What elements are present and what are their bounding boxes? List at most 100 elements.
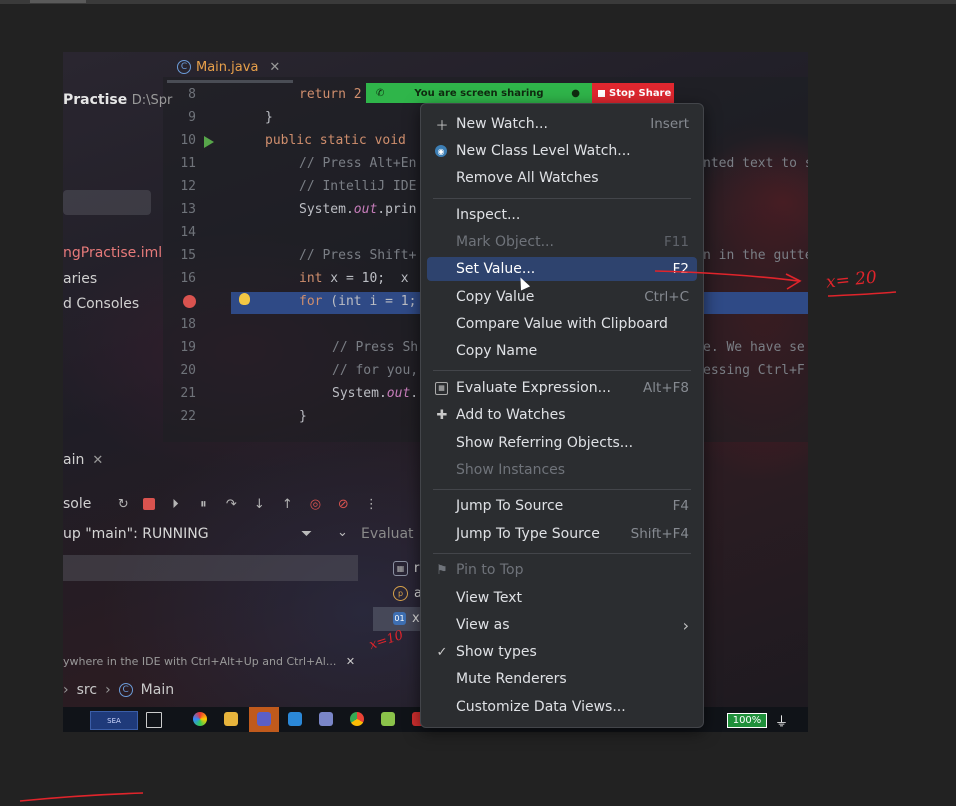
menu-item-remove-all-watches[interactable]: Remove All Watches [427,166,697,190]
chevron-down-icon[interactable]: ⌄ [337,525,348,540]
annotation-x-equals-20: x= 20 [825,267,878,293]
stop-icon[interactable] [143,498,156,510]
menu-item-compare-clipboard[interactable]: Compare Value with Clipboard [427,312,697,336]
run-gutter-icon[interactable] [204,136,214,148]
class-icon: C [118,683,133,697]
tree-selection[interactable] [63,190,151,215]
file-explorer-icon[interactable] [224,712,238,726]
console-label[interactable]: sole [63,496,91,512]
chrome-alt-icon[interactable] [193,712,207,726]
code-line-12: // IntelliJ IDE [299,179,417,194]
add-watch-icon: ✚ [436,407,448,423]
view-breakpoints-icon[interactable]: ◎ [307,496,323,512]
tab-main-java[interactable]: C Main.java ✕ [177,52,280,82]
debug-toolbar: sole ↻ ⏵ ⏸ ↷ ↓ ↑ ◎ ⊘ ⋮ [63,492,413,516]
mute-breakpoints-icon[interactable]: ⊘ [335,496,351,512]
table-icon: ▦ [393,561,408,576]
code-line-20-right: essing Ctrl+F [703,363,805,378]
menu-item-add-to-watches[interactable]: ✚ Add to Watches [427,403,697,427]
menu-item-view-as[interactable]: View as › [427,613,697,637]
battery-indicator: 100% [727,713,767,728]
plug-icon: ⏚ [775,715,789,730]
variable-name: x [412,611,420,626]
debug-tab-label: ain [63,452,85,468]
close-icon[interactable]: ✕ [92,453,103,468]
filter-icon[interactable]: ⏷ [301,526,312,542]
task-view-icon[interactable] [146,712,162,728]
menu-item-show-referring-objects[interactable]: Show Referring Objects... [427,431,697,455]
code-line-10: public static void [265,133,406,148]
menu-item-copy-name[interactable]: Copy Name [427,339,697,363]
line-number: 19 [180,340,196,355]
menu-separator [433,370,691,371]
close-icon[interactable]: ✕ [346,655,355,668]
menu-item-set-value[interactable]: Set Value... F2 [427,257,697,281]
app-icon[interactable] [319,712,333,726]
step-into-icon[interactable]: ↓ [251,496,267,512]
menu-item-new-class-level-watch[interactable]: ◉ New Class Level Watch... [427,139,697,163]
breadcrumb-item-src[interactable]: src [77,682,97,698]
variable-row[interactable]: ▦ r [393,561,419,576]
variable-row[interactable]: p a [393,586,422,601]
line-number: 15 [180,248,196,263]
evaluate-input[interactable]: Evaluat [361,526,414,542]
notepad-icon[interactable] [381,712,395,726]
code-line-22: } [299,409,307,424]
menu-item-show-types[interactable]: ✓ Show types [427,640,697,664]
menu-item-mute-renderers[interactable]: Mute Renderers [427,667,697,691]
breakpoint-icon[interactable] [183,295,196,308]
more-icon[interactable]: ⋮ [363,496,379,512]
line-number: 10 [180,133,196,148]
menu-item-copy-value[interactable]: Copy Value Ctrl+C [427,285,697,309]
lightbulb-icon[interactable] [239,293,250,305]
chrome-icon[interactable] [350,712,364,726]
calculator-icon: ▦ [435,381,448,395]
tree-item-libraries[interactable]: aries [63,271,97,287]
tip-text: ywhere in the IDE with Ctrl+Alt+Up and C… [63,655,356,668]
breadcrumb-item-main[interactable]: Main [141,682,174,698]
sharing-indicator[interactable]: ✆ You are screen sharing ● [366,83,592,103]
pause-icon[interactable]: ⏸ [195,496,211,512]
todo-icon[interactable] [288,712,302,726]
line-number: 14 [180,225,196,240]
line-number: 16 [180,271,196,286]
check-icon: ✓ [436,644,448,660]
variable-name: r [414,561,420,576]
menu-item-jump-to-source[interactable]: Jump To Source F4 [427,494,697,518]
menu-item-customize-data-views[interactable]: Customize Data Views... [427,695,697,719]
code-line-21: System.out. [332,386,419,401]
line-number: 8 [188,87,196,102]
step-over-icon[interactable]: ↷ [223,496,239,512]
code-line-17: for (int i = 1; [299,294,417,309]
variable-row[interactable]: 01 x [393,611,420,626]
phone-icon: ✆ [376,87,385,99]
tree-item-iml[interactable]: ngPractise.iml [63,245,162,261]
menu-item-view-text[interactable]: View Text [427,586,697,610]
line-number: 12 [180,179,196,194]
line-number: 13 [180,202,196,217]
annotation-stroke-bottom [19,792,144,802]
code-line-19-right: e. We have se [703,340,805,355]
project-header[interactable]: Practise D:\Spr [63,92,172,108]
variables-context-menu: ＋ New Watch... Insert ◉ New Class Level … [420,103,704,728]
int-icon: 01 [393,612,406,625]
menu-item-jump-to-type-source[interactable]: Jump To Type Source Shift+F4 [427,522,697,546]
menu-item-new-watch[interactable]: ＋ New Watch... Insert [427,112,697,136]
menu-item-inspect[interactable]: Inspect... [427,203,697,227]
tree-item-consoles[interactable]: d Consoles [63,296,139,312]
debug-tab[interactable]: ain ✕ [63,452,103,468]
rerun-icon[interactable]: ↻ [115,496,131,512]
code-line-15: // Press Shift+ [299,248,417,263]
taskbar-search[interactable]: SEA [90,711,138,730]
window-tab[interactable] [30,0,86,3]
code-line-13: System.out.prin [299,202,417,217]
stop-share-label: Stop Share [609,87,672,99]
stop-share-button[interactable]: Stop Share [592,83,674,103]
step-out-icon[interactable]: ↑ [279,496,295,512]
close-icon[interactable]: ✕ [269,60,280,75]
teams-icon[interactable] [257,712,271,726]
resume-icon[interactable]: ⏵ [167,496,183,512]
frame-row-selected[interactable] [63,555,358,581]
menu-item-evaluate-expression[interactable]: ▦ Evaluate Expression... Alt+F8 [427,376,697,400]
line-number: 21 [180,386,196,401]
